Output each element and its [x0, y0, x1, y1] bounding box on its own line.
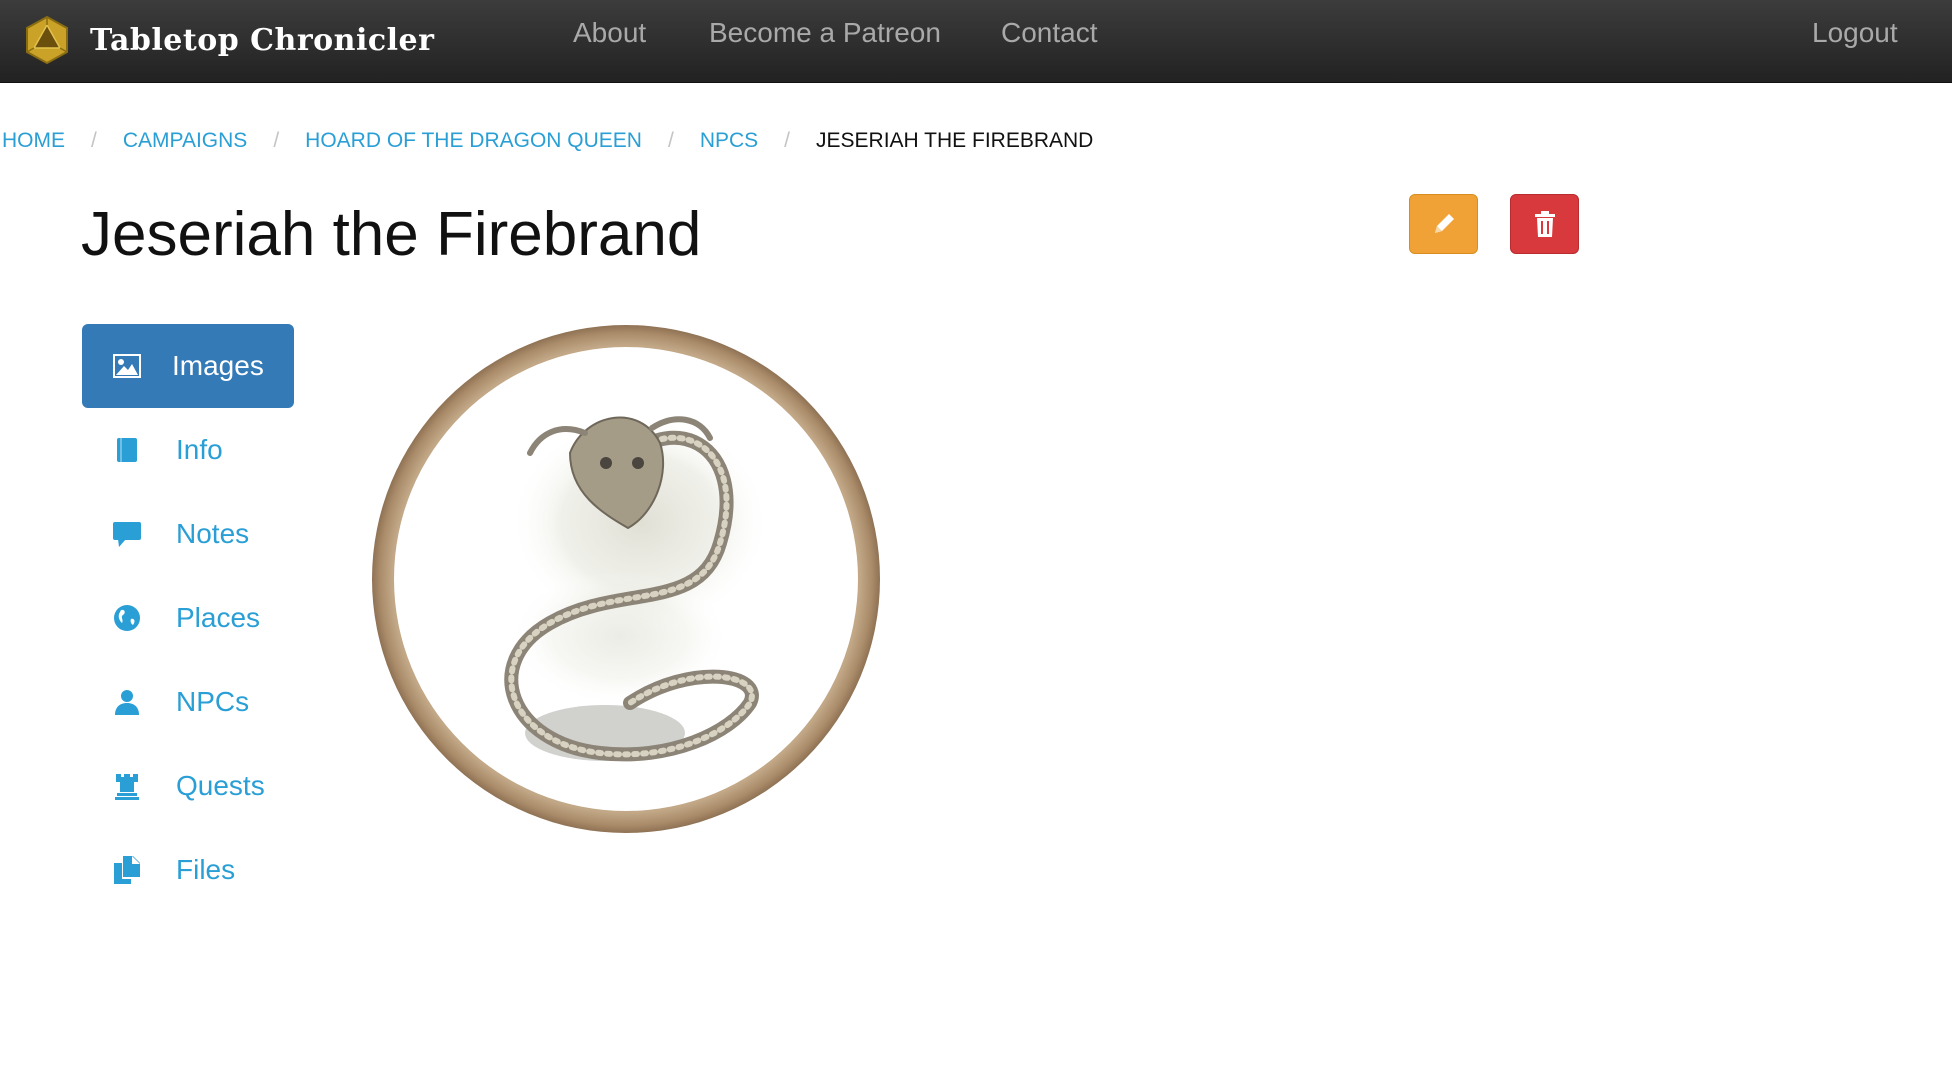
sidenav-item-info[interactable]: Info: [82, 408, 294, 492]
breadcrumb-separator: /: [784, 129, 791, 152]
sidenav-label: Files: [176, 854, 236, 885]
delete-button[interactable]: [1510, 194, 1579, 254]
picture-icon: [112, 351, 142, 381]
globe-icon: [112, 603, 142, 633]
edit-button[interactable]: [1409, 194, 1478, 254]
page-title: Jeseriah the Firebrand: [81, 200, 702, 269]
sidenav-item-places[interactable]: Places: [82, 576, 294, 660]
sidenav-label: NPCs: [176, 686, 250, 717]
sidenav-item-images[interactable]: Images: [82, 324, 294, 408]
breadcrumb-current: JESERIAH THE FIREBRAND: [816, 129, 1094, 152]
brand-name: Tabletop Chronicler: [90, 22, 435, 58]
breadcrumb-separator: /: [667, 129, 674, 152]
duplicate-icon: [112, 855, 142, 885]
breadcrumb-separator: /: [273, 129, 280, 152]
d20-logo-icon: [26, 15, 68, 65]
user-icon: [112, 687, 142, 717]
logout-link[interactable]: Logout: [1812, 0, 1898, 83]
sidenav-item-notes[interactable]: Notes: [82, 492, 294, 576]
pencil-icon: [1434, 214, 1454, 233]
breadcrumb: HOME / CAMPAIGNS / HOARD OF THE DRAGON Q…: [2, 126, 1093, 156]
sidenav-item-npcs[interactable]: NPCs: [82, 660, 294, 744]
book-icon: [112, 435, 142, 465]
sidenav-label: Images: [172, 350, 264, 381]
sidenav-label: Places: [176, 602, 261, 633]
sidenav-label: Info: [176, 434, 223, 465]
sidenav-label: Notes: [176, 518, 250, 549]
sidenav-label: Quests: [176, 770, 265, 801]
nav-contact-link[interactable]: Contact: [1001, 0, 1098, 83]
breadcrumb-npcs[interactable]: NPCS: [700, 129, 758, 153]
npc-portrait-image: [372, 325, 880, 833]
top-navbar: Tabletop Chronicler About Become a Patre…: [0, 0, 1952, 83]
breadcrumb-separator: /: [91, 129, 97, 152]
tower-icon: [112, 771, 142, 801]
breadcrumb-campaigns[interactable]: CAMPAIGNS: [123, 129, 247, 153]
comment-icon: [112, 519, 142, 549]
sidenav-item-quests[interactable]: Quests: [82, 744, 294, 828]
breadcrumb-home[interactable]: HOME: [2, 129, 65, 153]
nav-about-link[interactable]: About: [573, 0, 646, 83]
sidenav-item-files[interactable]: Files: [82, 828, 294, 912]
nav-patreon-link[interactable]: Become a Patreon: [709, 0, 941, 83]
trash-icon: [1534, 211, 1555, 237]
breadcrumb-campaign[interactable]: HOARD OF THE DRAGON QUEEN: [305, 129, 642, 153]
brand-link[interactable]: Tabletop Chronicler: [22, 9, 434, 71]
